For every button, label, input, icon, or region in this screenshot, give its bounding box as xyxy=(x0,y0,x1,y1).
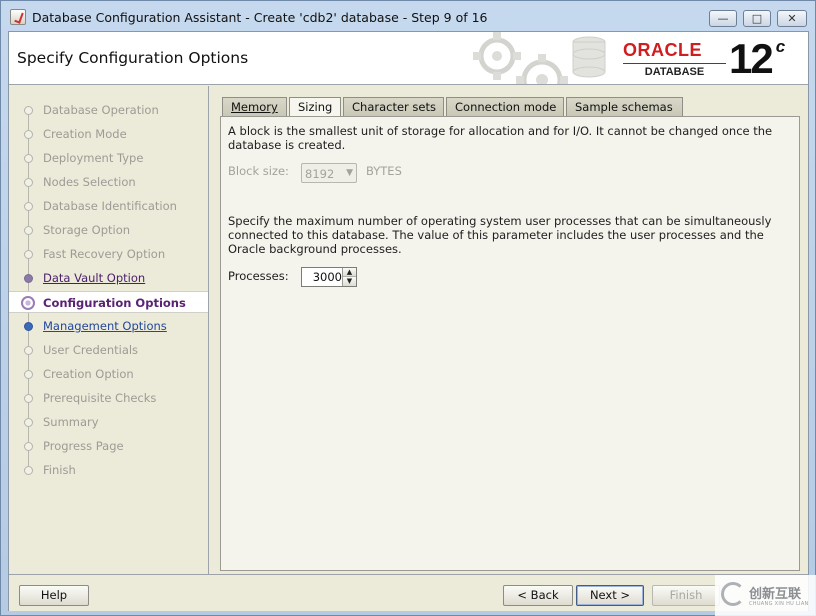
step-label: Data Vault Option xyxy=(43,271,146,285)
step-indicator-icon xyxy=(24,274,33,283)
tab-memory-label: Memory xyxy=(231,100,278,114)
step-data-vault-option[interactable]: Data Vault Option xyxy=(9,267,208,289)
tab-sample-schemas-label: Sample schemas xyxy=(575,100,673,114)
watermark-subtext: CHUANG XIN HU LIAN xyxy=(749,601,809,607)
step-label: Summary xyxy=(43,415,99,429)
app-window: Database Configuration Assistant - Creat… xyxy=(0,0,816,616)
java-app-icon xyxy=(10,9,26,25)
step-label: Nodes Selection xyxy=(43,175,136,189)
step-label: Progress Page xyxy=(43,439,124,453)
spinner-down-icon[interactable]: ▼ xyxy=(342,277,356,286)
sizing-panel: A block is the smallest unit of storage … xyxy=(220,116,800,571)
step-progress-page: Progress Page xyxy=(9,435,208,457)
step-label: Deployment Type xyxy=(43,151,144,165)
step-user-credentials: User Credentials xyxy=(9,339,208,361)
step-nodes-selection: Nodes Selection xyxy=(9,171,208,193)
step-fast-recovery-option: Fast Recovery Option xyxy=(9,243,208,265)
tab-character-sets-label: Character sets xyxy=(352,100,436,114)
step-indicator-icon xyxy=(24,394,33,403)
step-label: Finish xyxy=(43,463,76,477)
next-button[interactable]: Next > xyxy=(576,585,644,606)
step-database-identification: Database Identification xyxy=(9,195,208,217)
version-logo: 12 c xyxy=(729,35,785,83)
step-management-options[interactable]: Management Options xyxy=(9,315,208,337)
step-label: Database Operation xyxy=(43,103,159,117)
button-bar: Help < Back Next > Finish xyxy=(9,574,808,611)
dialog-client-area: Specify Configuration Options ORACLE DAT… xyxy=(8,31,809,611)
block-size-select: 8192 ▼ xyxy=(301,163,357,183)
finish-button: Finish xyxy=(652,585,720,606)
step-indicator-icon xyxy=(24,322,33,331)
spinner-up-icon[interactable]: ▲ xyxy=(342,268,356,277)
step-indicator-icon xyxy=(24,250,33,259)
watermark-logo-icon xyxy=(721,582,745,606)
tab-character-sets[interactable]: Character sets xyxy=(343,97,444,116)
step-summary: Summary xyxy=(9,411,208,433)
watermark-text: 创新互联 xyxy=(749,587,802,602)
processes-spinner[interactable]: 3000 ▲ ▼ xyxy=(301,267,357,287)
chevron-down-icon: ▼ xyxy=(346,168,353,178)
step-creation-mode: Creation Mode xyxy=(9,123,208,145)
version-suffix: c xyxy=(775,37,786,56)
step-label: Configuration Options xyxy=(43,296,186,310)
window-title: Database Configuration Assistant - Creat… xyxy=(32,10,488,25)
gears-graphic-icon xyxy=(473,32,606,84)
step-label: Database Identification xyxy=(43,199,177,213)
step-prerequisite-checks: Prerequisite Checks xyxy=(9,387,208,409)
tab-sample-schemas[interactable]: Sample schemas xyxy=(566,97,683,116)
processes-description: Specify the maximum number of operating … xyxy=(228,214,772,256)
step-label: Management Options xyxy=(43,319,167,333)
step-configuration-options[interactable]: Configuration Options xyxy=(9,291,208,313)
step-indicator-icon xyxy=(24,202,33,211)
main-content: Memory Sizing Character sets Connection … xyxy=(210,86,808,574)
step-indicator-icon xyxy=(24,130,33,139)
step-indicator-icon xyxy=(24,346,33,355)
maximize-button[interactable]: □ xyxy=(743,10,771,27)
processes-label: Processes: xyxy=(228,269,289,283)
tab-connection-mode-label: Connection mode xyxy=(455,100,557,114)
step-finish: Finish xyxy=(9,459,208,481)
minimize-button[interactable]: — xyxy=(709,10,737,27)
block-size-unit: BYTES xyxy=(366,164,402,178)
tab-sizing-label: Sizing xyxy=(298,100,333,114)
step-label: User Credentials xyxy=(43,343,139,357)
step-database-operation: Database Operation xyxy=(9,99,208,121)
wizard-steps-panel: Database Operation Creation Mode Deploymen… xyxy=(9,86,209,574)
oracle-database-label: DATABASE xyxy=(623,63,726,78)
tab-sizing[interactable]: Sizing xyxy=(289,97,341,117)
step-indicator-icon xyxy=(24,418,33,427)
step-indicator-icon xyxy=(24,154,33,163)
step-label: Creation Mode xyxy=(43,127,127,141)
close-button[interactable]: ✕ xyxy=(777,10,807,27)
page-title: Specify Configuration Options xyxy=(17,49,249,67)
block-description: A block is the smallest unit of storage … xyxy=(228,124,773,152)
step-indicator-icon xyxy=(24,106,33,115)
step-indicator-icon xyxy=(24,226,33,235)
step-label: Creation Option xyxy=(43,367,134,381)
step-indicator-icon xyxy=(24,466,33,475)
step-storage-option: Storage Option xyxy=(9,219,208,241)
step-deployment-type: Deployment Type xyxy=(9,147,208,169)
step-label: Prerequisite Checks xyxy=(43,391,157,405)
help-button[interactable]: Help xyxy=(19,585,89,606)
step-label: Storage Option xyxy=(43,223,131,237)
step-indicator-icon xyxy=(24,442,33,451)
step-indicator-icon xyxy=(21,296,35,310)
step-label: Fast Recovery Option xyxy=(43,247,166,261)
step-indicator-icon xyxy=(24,178,33,187)
tab-memory[interactable]: Memory xyxy=(222,97,287,116)
block-size-label: Block size: xyxy=(228,164,289,178)
watermark: 创新互联 CHUANG XIN HU LIAN xyxy=(715,575,816,616)
oracle-logo: ORACLE xyxy=(623,40,702,60)
block-size-value: 8192 xyxy=(305,167,335,181)
wizard-header: Specify Configuration Options ORACLE DAT… xyxy=(9,32,808,85)
back-button[interactable]: < Back xyxy=(503,585,573,606)
tab-connection-mode[interactable]: Connection mode xyxy=(446,97,564,116)
step-indicator-icon xyxy=(24,370,33,379)
processes-input[interactable]: 3000 xyxy=(302,270,342,284)
version-number: 12 xyxy=(729,35,774,82)
step-creation-option: Creation Option xyxy=(9,363,208,385)
title-bar[interactable]: Database Configuration Assistant - Creat… xyxy=(1,1,815,31)
